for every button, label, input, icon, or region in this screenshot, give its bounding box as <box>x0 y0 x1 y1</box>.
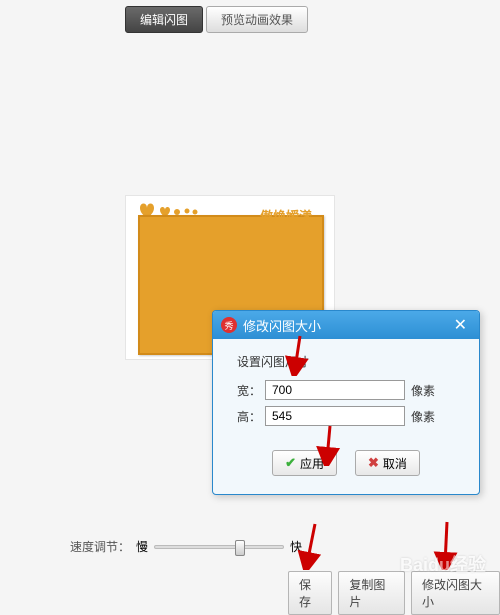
slider-thumb[interactable] <box>235 540 245 556</box>
fast-label: 快 <box>290 538 302 555</box>
close-icon[interactable]: ✕ <box>450 315 471 335</box>
height-input[interactable] <box>265 406 405 426</box>
resize-dialog: 秀 修改闪图大小 ✕ 设置闪图尺寸 宽： 像素 高： 像素 ✔ 应用 ✖ 取消 <box>212 310 480 495</box>
preview-title: 傲焕嫒漾 <box>260 206 312 225</box>
height-label: 高： <box>237 408 265 425</box>
speed-slider[interactable] <box>154 545 284 549</box>
speed-label: 速度调节： <box>70 538 130 555</box>
apply-label: 应用 <box>300 455 324 472</box>
app-icon: 秀 <box>221 317 237 333</box>
cancel-button[interactable]: ✖ 取消 <box>355 450 420 476</box>
dialog-titlebar[interactable]: 秀 修改闪图大小 ✕ <box>213 311 479 339</box>
dialog-subtitle: 设置闪图尺寸 <box>237 353 463 370</box>
height-unit: 像素 <box>411 408 435 425</box>
check-icon: ✔ <box>285 455 296 471</box>
tab-preview[interactable]: 预览动画效果 <box>206 6 308 33</box>
slow-label: 慢 <box>136 538 148 555</box>
copy-button[interactable]: 复制图片 <box>338 571 405 615</box>
resize-button[interactable]: 修改闪图大小 <box>411 571 500 615</box>
dialog-title: 修改闪图大小 <box>243 316 450 335</box>
tab-edit[interactable]: 编辑闪图 <box>125 6 203 33</box>
apply-button[interactable]: ✔ 应用 <box>272 450 337 476</box>
watermark: Baidu经验 <box>400 551 486 577</box>
width-unit: 像素 <box>411 382 435 399</box>
x-icon: ✖ <box>368 455 379 471</box>
cancel-label: 取消 <box>383 455 407 472</box>
width-label: 宽： <box>237 382 265 399</box>
save-button[interactable]: 保存 <box>288 571 332 615</box>
width-input[interactable] <box>265 380 405 400</box>
